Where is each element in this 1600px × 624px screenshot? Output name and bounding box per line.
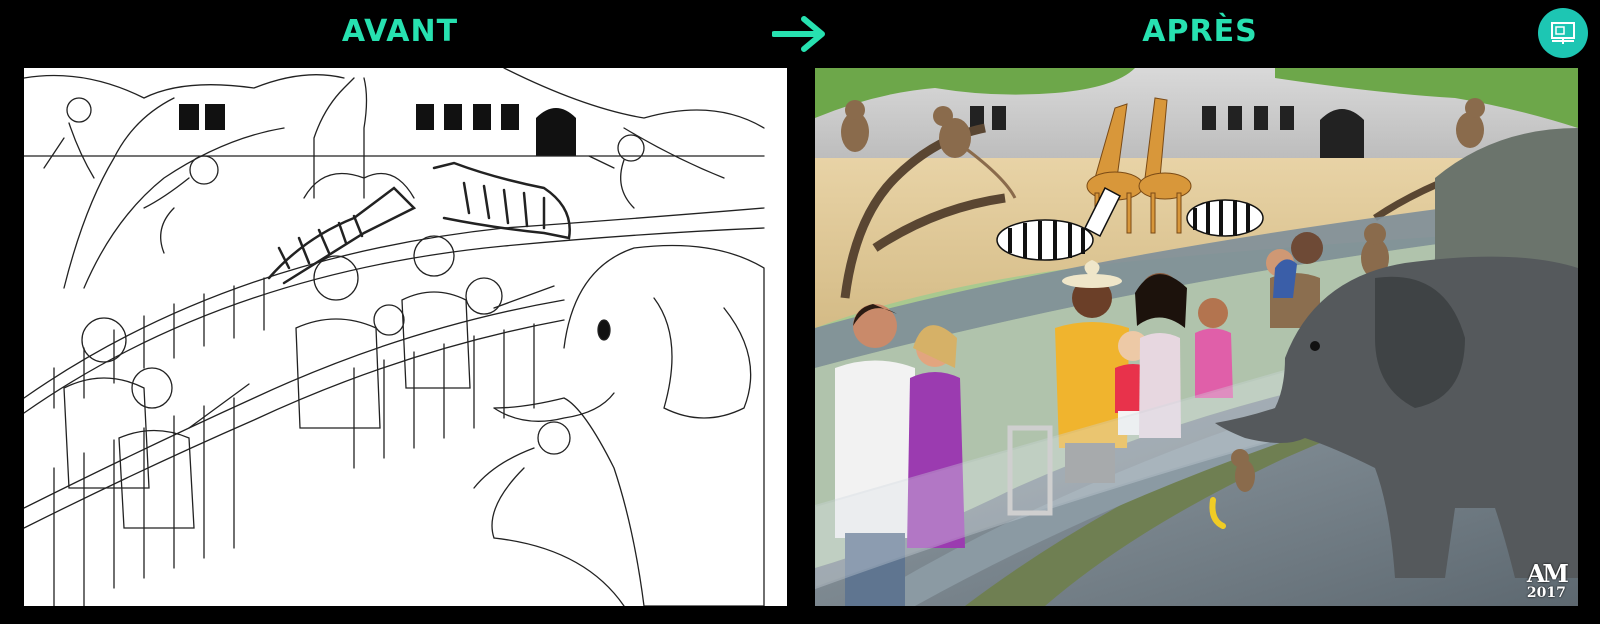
sketch-drawing [24, 68, 765, 606]
painted-drawing [815, 68, 1578, 606]
after-label: APRÈS [1142, 14, 1258, 49]
before-sketch-image [24, 68, 787, 606]
fullscreen-presentation-icon [1551, 22, 1575, 44]
fullscreen-button[interactable] [1538, 8, 1588, 58]
arrow-right-icon [772, 16, 825, 52]
after-painted-image: AM 2017 [815, 68, 1578, 606]
artist-signature: AM 2017 [1526, 559, 1569, 601]
before-label: AVANT [341, 14, 459, 49]
before-after-viewer: AVANT APRÈS AM 2017 [0, 0, 1600, 624]
